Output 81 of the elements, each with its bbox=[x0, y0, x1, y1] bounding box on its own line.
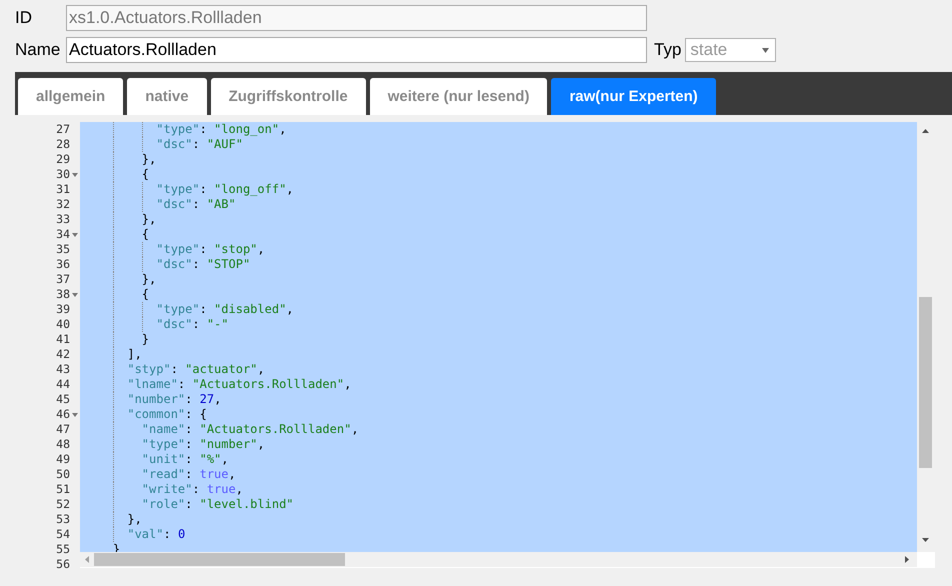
line-number: 49 bbox=[56, 452, 70, 467]
line-number: 28 bbox=[56, 137, 70, 152]
code-line: { bbox=[140, 167, 150, 182]
line-number: 48 bbox=[56, 437, 70, 452]
line-number: 56 bbox=[56, 557, 70, 572]
line-number: 31 bbox=[56, 182, 70, 197]
code-line: { bbox=[140, 227, 150, 242]
line-number: 45 bbox=[56, 392, 70, 407]
fold-toggle-icon[interactable] bbox=[72, 232, 78, 236]
code-line: "type": "long_off", bbox=[155, 182, 294, 197]
code-line: "name": "Actuators.Rollladen", bbox=[140, 422, 359, 437]
code-line: "type": "long_on", bbox=[155, 122, 286, 137]
field-label: Name bbox=[15, 40, 62, 60]
code-line: }, bbox=[126, 512, 142, 527]
line-number: 29 bbox=[56, 152, 70, 167]
tab[interactable]: native bbox=[127, 78, 207, 115]
line-number: 36 bbox=[56, 257, 70, 272]
code-line: "lname": "Actuators.Rollladen", bbox=[126, 377, 352, 392]
scroll-right-icon[interactable] bbox=[905, 556, 909, 563]
code-line: "dsc": "AB" bbox=[155, 197, 236, 212]
fold-toggle-icon[interactable] bbox=[72, 412, 78, 416]
scroll-left-icon[interactable] bbox=[85, 556, 89, 563]
scrollbar-corner bbox=[917, 552, 935, 568]
line-number: 47 bbox=[56, 422, 70, 437]
scrollbar-thumb[interactable] bbox=[919, 297, 932, 468]
code-line: "type": "stop", bbox=[155, 242, 265, 257]
tab[interactable]: weitere (nur lesend) bbox=[370, 78, 548, 115]
code-line: ], bbox=[126, 347, 142, 362]
code-line: }, bbox=[140, 272, 156, 287]
field-label: Typ bbox=[654, 40, 682, 60]
line-number: 52 bbox=[56, 497, 70, 512]
tab[interactable]: Zugriffskontrolle bbox=[210, 78, 366, 115]
code-line: "dsc": "STOP" bbox=[155, 257, 250, 272]
line-number: 44 bbox=[56, 377, 70, 392]
code-line: } bbox=[140, 332, 150, 347]
line-number: 42 bbox=[56, 347, 70, 362]
line-number: 38 bbox=[56, 287, 70, 302]
tab[interactable]: raw(nur Experten) bbox=[551, 78, 716, 115]
line-number: 33 bbox=[56, 212, 70, 227]
horizontal-scrollbar[interactable] bbox=[80, 552, 917, 568]
line-number: 37 bbox=[56, 272, 70, 287]
line-number: 39 bbox=[56, 302, 70, 317]
code-line: "role": "level.blind" bbox=[140, 497, 294, 512]
code-line: "unit": "%", bbox=[140, 452, 229, 467]
field-label: ID bbox=[15, 8, 33, 28]
tab[interactable]: allgemein bbox=[18, 78, 124, 115]
code-line: }, bbox=[140, 152, 156, 167]
code-line: "common": { bbox=[126, 407, 207, 422]
code-line: "write": true, bbox=[140, 482, 243, 497]
line-number: 30 bbox=[56, 167, 70, 182]
code-line: "number": 27, bbox=[126, 392, 222, 407]
scroll-down-icon[interactable] bbox=[922, 538, 929, 542]
code-line: "read": true, bbox=[140, 467, 236, 482]
code-line: "type": "disabled", bbox=[155, 302, 294, 317]
scrollbar-thumb[interactable] bbox=[94, 553, 345, 566]
code-line: "type": "number", bbox=[140, 437, 265, 452]
fold-toggle-icon[interactable] bbox=[72, 292, 78, 296]
line-number: 43 bbox=[56, 362, 70, 377]
code-line: { bbox=[140, 287, 150, 302]
line-number: 34 bbox=[56, 227, 70, 242]
fold-toggle-icon[interactable] bbox=[72, 172, 78, 176]
line-number: 51 bbox=[56, 482, 70, 497]
line-number: 35 bbox=[56, 242, 70, 257]
code-line: }, bbox=[140, 212, 156, 227]
line-number: 46 bbox=[56, 407, 70, 422]
line-number: 50 bbox=[56, 467, 70, 482]
line-number: 27 bbox=[56, 122, 70, 137]
line-number: 40 bbox=[56, 317, 70, 332]
caret-icon bbox=[762, 48, 770, 52]
code-line: "val": 0 bbox=[126, 527, 186, 542]
line-number: 54 bbox=[56, 527, 70, 542]
scroll-up-icon[interactable] bbox=[922, 129, 929, 133]
code-line: "dsc": "-" bbox=[155, 317, 229, 332]
line-number: 41 bbox=[56, 332, 70, 347]
line-number: 55 bbox=[56, 542, 70, 557]
code-line: "dsc": "AUF" bbox=[155, 137, 243, 152]
line-number: 32 bbox=[56, 197, 70, 212]
text-field[interactable]: xs1.0.Actuators.Rollladen bbox=[66, 5, 647, 31]
code-line: "styp": "actuator", bbox=[126, 362, 265, 377]
line-number: 53 bbox=[56, 512, 70, 527]
text-field[interactable]: Actuators.Rollladen bbox=[66, 37, 647, 63]
